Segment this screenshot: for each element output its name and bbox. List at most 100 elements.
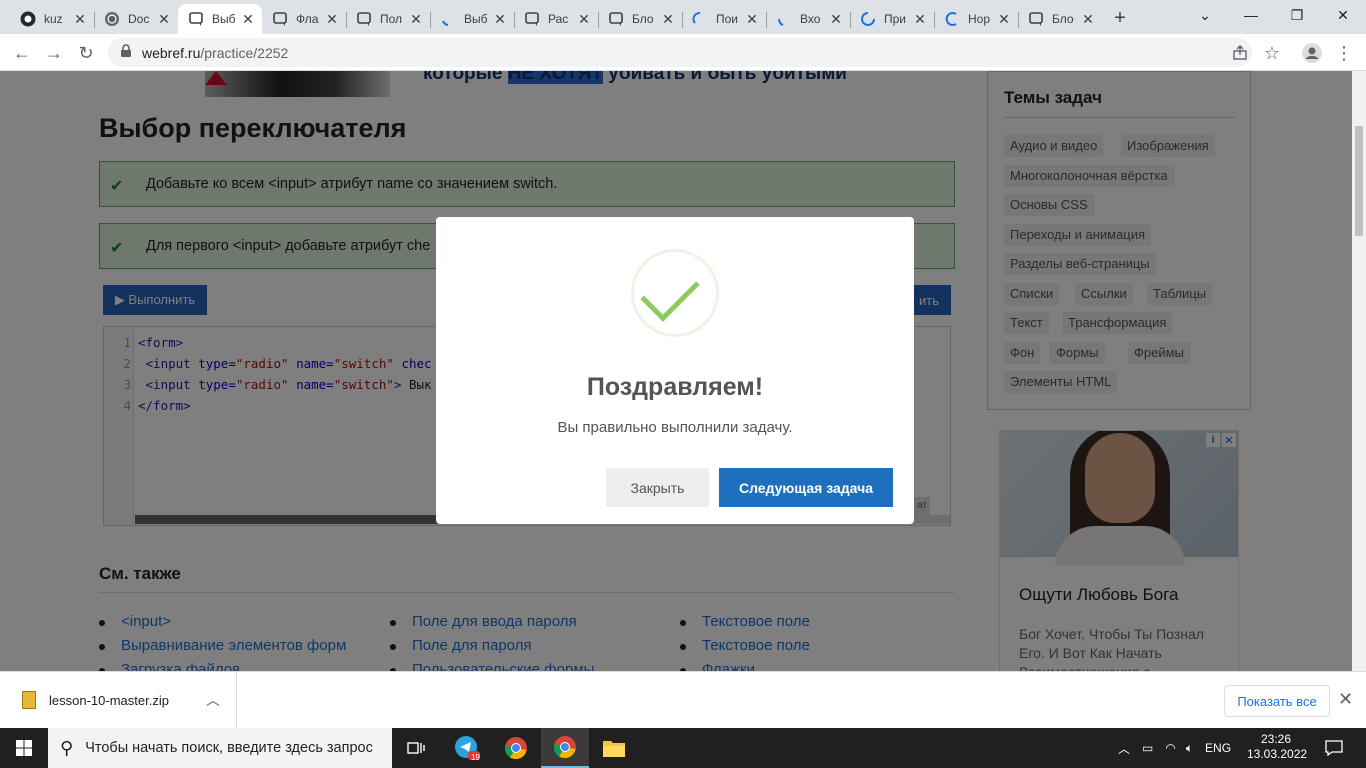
search-placeholder: Чтобы начать поиск, введите здесь запрос: [85, 740, 373, 756]
url-text: webref.ru/practice/2252: [142, 45, 288, 61]
modal-message: Вы правильно выполнили задачу.: [557, 419, 793, 436]
close-icon[interactable]: ✕: [576, 11, 592, 27]
close-icon[interactable]: ✕: [1080, 11, 1096, 27]
tab-title: Бло: [632, 12, 654, 26]
tab-title: Фла: [296, 12, 319, 26]
tab-title: Doc: [128, 12, 150, 26]
tab-0[interactable]: kuz ✕: [10, 4, 94, 34]
profile-avatar-icon[interactable]: [1298, 39, 1326, 67]
close-icon[interactable]: ✕: [408, 11, 424, 27]
close-button[interactable]: Закрыть: [606, 468, 709, 507]
telegram-icon[interactable]: 19: [443, 728, 491, 768]
tab-title: Пои: [716, 12, 739, 26]
url-path: /practice/2252: [200, 44, 289, 61]
language-indicator[interactable]: ENG: [1205, 741, 1231, 755]
volume-icon[interactable]: 🔈︎: [1186, 741, 1193, 756]
close-icon[interactable]: ✕: [996, 11, 1012, 27]
tab-7[interactable]: Бло ✕: [598, 4, 682, 34]
tab-11[interactable]: Нор ✕: [934, 4, 1018, 34]
tab-search-button[interactable]: ⌄: [1182, 0, 1228, 30]
tab-title: Вхо: [800, 12, 821, 26]
bookmark-star-icon[interactable]: ☆: [1258, 39, 1286, 67]
loading-icon: [776, 11, 792, 27]
clock-time: 23:26: [1260, 732, 1292, 746]
scrollbar-thumb[interactable]: [1355, 126, 1363, 236]
page-vertical-scrollbar[interactable]: [1352, 71, 1366, 671]
tab-title: Рас: [548, 12, 569, 26]
wifi-icon[interactable]: ◠: [1165, 741, 1175, 755]
tab-4[interactable]: Пол ✕: [346, 4, 430, 34]
chat-icon: [356, 11, 372, 27]
close-icon[interactable]: ✕: [492, 11, 508, 27]
close-icon[interactable]: ✕: [1338, 689, 1353, 710]
next-task-button[interactable]: Следующая задача: [719, 468, 893, 507]
success-check-icon: [631, 249, 719, 337]
loading-icon: [692, 11, 708, 27]
download-file-name: lesson-10-master.zip: [49, 693, 169, 708]
download-bar: lesson-10-master.zip ︿ Показать все ✕: [0, 671, 1366, 728]
tab-title: Пол: [380, 12, 403, 26]
tab-5[interactable]: Выб ✕: [430, 4, 514, 34]
new-tab-button[interactable]: +: [1108, 6, 1132, 30]
task-view-icon[interactable]: [392, 728, 440, 768]
close-window-button[interactable]: ✕: [1320, 0, 1366, 30]
maximize-button[interactable]: ❐: [1274, 0, 1320, 30]
windows-taskbar: ⚲ Чтобы начать поиск, введите здесь запро…: [0, 728, 1366, 768]
chevron-up-icon[interactable]: ︿: [1118, 740, 1130, 757]
download-item[interactable]: lesson-10-master.zip ︿: [0, 672, 237, 728]
system-tray: ︿ ▭ ◠ 🔈︎ ENG: [1118, 728, 1231, 768]
tab-12[interactable]: Бло ✕: [1018, 4, 1102, 34]
browser-toolbar: ← → ↻ webref.ru/practice/2252 ☆ ⋮: [0, 34, 1366, 71]
close-icon[interactable]: ✕: [660, 11, 676, 27]
show-all-button[interactable]: Показать все: [1224, 685, 1330, 717]
chrome-active-icon[interactable]: [541, 728, 589, 768]
chrome-icon[interactable]: [492, 728, 540, 768]
close-icon[interactable]: ✕: [72, 11, 88, 27]
chat-icon: [524, 11, 540, 27]
chat-icon: [1028, 11, 1044, 27]
chevron-up-icon[interactable]: ︿: [206, 690, 220, 710]
share-icon[interactable]: [1226, 39, 1254, 67]
address-bar[interactable]: webref.ru/practice/2252: [108, 38, 1252, 67]
telegram-badge: 19: [471, 753, 480, 762]
taskbar-search-input[interactable]: ⚲ Чтобы начать поиск, введите здесь запро…: [48, 728, 392, 768]
tab-6[interactable]: Рас ✕: [514, 4, 598, 34]
tab-strip: kuz ✕ Doc ✕ Выб ✕ Фла ✕ Пол ✕ Выб ✕ Рас …: [0, 0, 1366, 34]
close-icon[interactable]: ✕: [744, 11, 760, 27]
loading-icon: [440, 11, 456, 27]
reload-button[interactable]: ↻: [72, 39, 100, 67]
tab-1[interactable]: Doc ✕: [94, 4, 178, 34]
minimize-button[interactable]: —: [1228, 0, 1274, 30]
chat-icon: [188, 11, 204, 27]
tab-2-active[interactable]: Выб ✕: [178, 4, 262, 34]
notifications-icon[interactable]: [1310, 728, 1358, 768]
chat-icon: [608, 11, 624, 27]
lock-icon: [120, 44, 132, 61]
globe-icon: [104, 11, 120, 27]
success-modal: Поздравляем! Вы правильно выполнили зада…: [436, 217, 914, 524]
zip-file-icon: [22, 691, 36, 709]
forward-button[interactable]: →: [40, 39, 68, 67]
close-icon[interactable]: ✕: [828, 11, 844, 27]
file-explorer-icon[interactable]: [590, 728, 638, 768]
close-icon[interactable]: ✕: [240, 11, 256, 27]
tab-3[interactable]: Фла ✕: [262, 4, 346, 34]
clock[interactable]: 23:26 13.03.2022: [1247, 732, 1308, 762]
close-icon[interactable]: ✕: [324, 11, 340, 27]
clock-date: 13.03.2022: [1247, 747, 1308, 761]
close-icon[interactable]: ✕: [912, 11, 928, 27]
tab-9[interactable]: Вхо ✕: [766, 4, 850, 34]
tab-title: Бло: [1052, 12, 1074, 26]
back-button[interactable]: ←: [8, 39, 36, 67]
checkmark-icon: [640, 262, 700, 322]
tab-10[interactable]: При ✕: [850, 4, 934, 34]
close-icon[interactable]: ✕: [156, 11, 172, 27]
modal-title: Поздравляем!: [586, 373, 764, 401]
chat-icon: [272, 11, 288, 27]
loading-icon: [860, 11, 876, 27]
battery-icon[interactable]: ▭: [1142, 741, 1153, 755]
menu-kebab-icon[interactable]: ⋮: [1330, 39, 1358, 67]
windows-start-icon[interactable]: [0, 728, 48, 768]
tab-8[interactable]: Пои ✕: [682, 4, 766, 34]
search-icon: ⚲: [60, 737, 74, 758]
